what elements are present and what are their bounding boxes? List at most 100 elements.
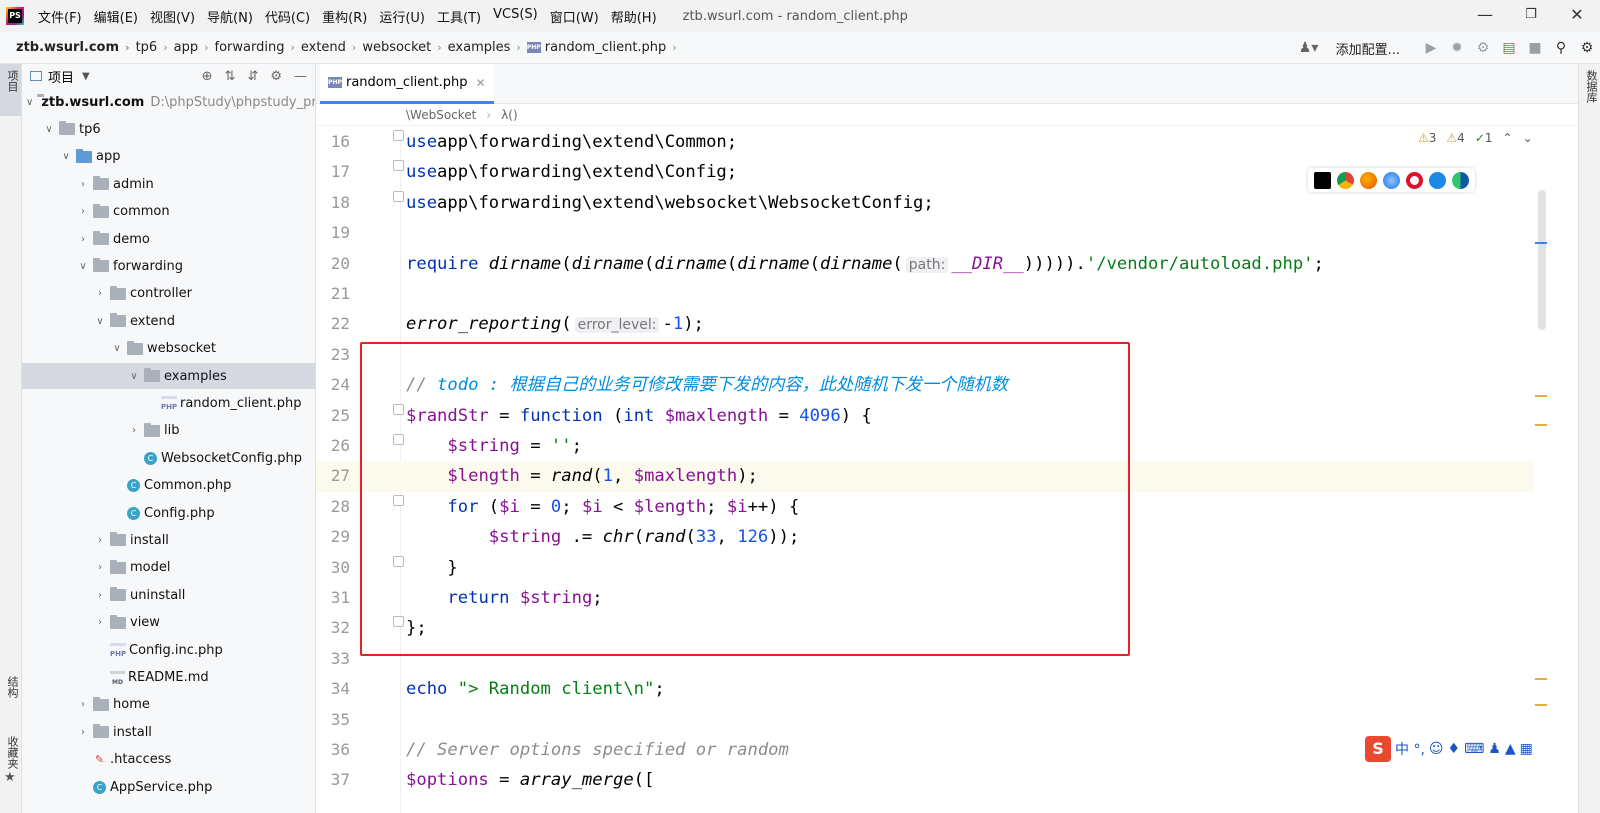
expanded-arrow-icon[interactable]: ∨ (77, 261, 89, 272)
project-panel-title[interactable]: 项目 (48, 67, 74, 86)
grid-icon[interactable]: ▦ (1520, 741, 1533, 757)
breadcrumb-item[interactable]: websocket › (362, 40, 447, 55)
locate-icon[interactable]: ⊕ (202, 69, 213, 84)
fold-marker-icon[interactable] (393, 190, 404, 202)
breadcrumb-item[interactable]: forwarding › (215, 40, 301, 55)
menu-item[interactable]: VCS(S) (487, 7, 544, 26)
gear-icon[interactable]: ⚙ (270, 69, 282, 84)
structure-tool-tab[interactable]: 结构 (2, 676, 20, 698)
code-line[interactable]: 21 (316, 279, 1534, 309)
firefox-icon[interactable] (1360, 171, 1377, 189)
editor-tab-random-client[interactable]: PHP random_client.php ✕ (320, 64, 494, 104)
collapsed-arrow-icon[interactable]: › (77, 179, 89, 190)
tree-item[interactable]: › controller (22, 281, 315, 307)
run-icon[interactable]: ▶ (1418, 40, 1444, 56)
close-tab-icon[interactable]: ✕ (476, 76, 486, 90)
collapsed-arrow-icon[interactable]: › (77, 727, 89, 738)
expanded-arrow-icon[interactable]: ∨ (26, 97, 33, 108)
star-icon[interactable]: ★ (4, 770, 16, 785)
tree-item[interactable]: ∨ tp6 (22, 116, 315, 142)
code-line[interactable]: 19 (316, 218, 1534, 248)
code-line[interactable]: 16 useapp\forwarding\extend\Common; (316, 127, 1534, 157)
warning-stripe[interactable] (1535, 395, 1547, 397)
tree-item[interactable]: › model (22, 555, 315, 581)
menu-item[interactable]: 工具(T) (431, 7, 487, 26)
stop-icon[interactable]: ■ (1522, 40, 1548, 56)
expanded-arrow-icon[interactable]: ∨ (111, 343, 123, 354)
menu-item[interactable]: 导航(N) (201, 7, 259, 26)
tree-item[interactable]: C Common.php (22, 473, 315, 499)
restore-button[interactable]: ❐ (1508, 0, 1554, 32)
tree-item[interactable]: ∨ forwarding (22, 253, 315, 279)
expanded-arrow-icon[interactable]: ∨ (128, 371, 140, 382)
tree-item[interactable]: PHP Config.inc.php (22, 637, 315, 663)
tree-item[interactable]: ∨ examples (22, 363, 315, 389)
menu-item[interactable]: 文件(F) (32, 7, 88, 26)
ime-mode-text[interactable]: 中 °, (1395, 739, 1425, 759)
code-line[interactable]: 18 useapp\forwarding\extend\websocket\Web… (316, 188, 1534, 218)
tree-item[interactable]: ∨ websocket (22, 336, 315, 362)
collapse-all-icon[interactable]: ⇵ (247, 69, 258, 84)
tree-item[interactable]: › home (22, 692, 315, 718)
microphone-icon[interactable]: ♦ (1448, 741, 1461, 757)
menu-item[interactable]: 视图(V) (144, 7, 201, 26)
tree-item[interactable]: C AppService.php (22, 774, 315, 800)
menu-item[interactable]: 编辑(E) (88, 7, 144, 26)
tree-item[interactable]: › install (22, 527, 315, 553)
inspection-widget[interactable]: ⚠3 ⚠4 ✓1 ⌃ ⌄ (1418, 131, 1533, 145)
edge-icon[interactable] (1452, 171, 1469, 189)
chevron-down-icon[interactable]: ▼ (82, 71, 90, 82)
collapsed-arrow-icon[interactable]: › (128, 425, 140, 436)
code-line[interactable]: 20 require dirname(dirname(dirname(dirnam… (316, 249, 1534, 279)
tree-item[interactable]: PHP random_client.php (22, 390, 315, 416)
collapsed-arrow-icon[interactable]: › (94, 617, 106, 628)
tree-item[interactable]: › demo (22, 226, 315, 252)
breadcrumb-item[interactable]: tp6 › (136, 40, 174, 55)
warnings-count[interactable]: ⚠3 (1418, 131, 1436, 145)
breadcrumb-item[interactable]: PHP random_client.php › (526, 40, 683, 55)
user-icon[interactable]: ♟▾ (1296, 40, 1322, 56)
tree-item[interactable]: ∨ app (22, 144, 315, 170)
user-icon[interactable]: ♟ (1488, 741, 1501, 757)
project-tool-tab[interactable]: 项目 (2, 70, 20, 92)
tree-item[interactable]: ✎ .htaccess (22, 747, 315, 773)
menu-item[interactable]: 运行(U) (373, 7, 431, 26)
opera-icon[interactable] (1406, 171, 1423, 189)
warning-stripe[interactable] (1535, 424, 1547, 426)
tree-item[interactable]: › install (22, 719, 315, 745)
search-icon[interactable]: ⚲ (1548, 40, 1574, 56)
tree-item[interactable]: › view (22, 610, 315, 636)
code-line[interactable]: 22 error_reporting(error_level: -1); (316, 309, 1534, 339)
tree-item[interactable]: ∨ extend (22, 308, 315, 334)
chrome-icon[interactable] (1337, 171, 1354, 189)
settings-gear-icon[interactable]: ⚙ (1574, 40, 1600, 56)
phpstorm-icon[interactable]: PS (6, 7, 24, 25)
menu-item[interactable]: 代码(C) (259, 7, 316, 26)
debug-icon[interactable]: ✹ (1444, 40, 1470, 56)
phpstorm-browser-icon[interactable] (1314, 171, 1331, 189)
next-highlight-icon[interactable]: ⌄ (1523, 131, 1533, 145)
skin-icon[interactable]: ▲ (1505, 741, 1516, 757)
tree-item[interactable]: › lib (22, 418, 315, 444)
tree-item[interactable]: C Config.php (22, 500, 315, 526)
add-configuration-button[interactable]: 添加配置... (1336, 39, 1400, 58)
hide-panel-icon[interactable]: — (294, 69, 307, 84)
close-window-button[interactable]: ✕ (1554, 0, 1600, 32)
collapsed-arrow-icon[interactable]: › (77, 234, 89, 245)
keyboard-icon[interactable]: ⌨ (1464, 741, 1484, 757)
tree-item[interactable]: ∨ ztb.wsurl.com D:\phpStudy\phpstudy_pro\W (22, 89, 315, 115)
tree-item[interactable]: › uninstall (22, 582, 315, 608)
fold-marker-icon[interactable] (393, 160, 404, 172)
code-line[interactable]: 36 // Server options specified or random (316, 735, 1534, 765)
menu-item[interactable]: 帮助(H) (605, 7, 663, 26)
minimize-button[interactable]: — (1462, 0, 1508, 32)
expanded-arrow-icon[interactable]: ∨ (60, 151, 72, 162)
expanded-arrow-icon[interactable]: ∨ (94, 316, 106, 327)
vertical-scrollbar[interactable] (1538, 190, 1546, 330)
collapsed-arrow-icon[interactable]: › (77, 206, 89, 217)
collapsed-arrow-icon[interactable]: › (77, 699, 89, 710)
tree-item[interactable]: › common (22, 199, 315, 225)
fold-marker-icon[interactable] (393, 130, 404, 141)
warning-stripe[interactable] (1535, 704, 1547, 706)
collapsed-arrow-icon[interactable]: › (94, 288, 106, 299)
